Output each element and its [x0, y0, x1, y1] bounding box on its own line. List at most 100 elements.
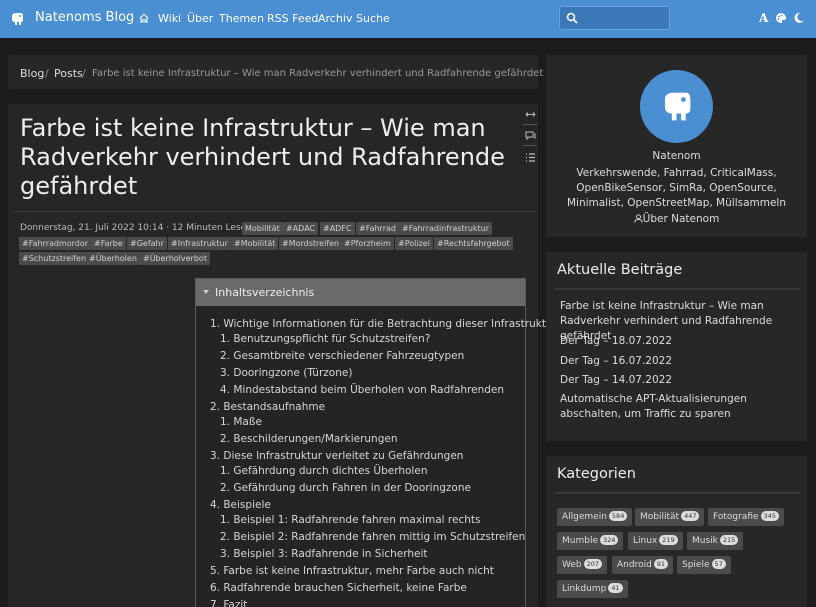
category-label[interactable]: Web	[562, 560, 582, 570]
tag[interactable]: #Farbe	[91, 237, 126, 250]
category-chip[interactable]: Linux 219	[628, 532, 683, 550]
toc-item[interactable]: 1. Gefährdung durch dichtes Überholen	[220, 465, 427, 477]
toc-item[interactable]: 4. Mindestabstand beim Überholen von Rad…	[220, 384, 504, 396]
toc-item[interactable]: 1. Benutzungspflicht für Schutzstreifen?	[220, 333, 430, 345]
category-count: 345	[760, 510, 779, 521]
comments-icon[interactable]	[525, 130, 536, 141]
brand-name[interactable]: Natenoms Blog	[35, 10, 134, 25]
caret-down-icon[interactable]	[203, 290, 209, 294]
post-meta: Donnerstag, 21. Juli 2022 10:14 · 12 Min…	[20, 223, 269, 233]
category-label[interactable]: Android	[617, 560, 652, 570]
breadcrumb-posts[interactable]: Posts	[54, 67, 83, 80]
tag[interactable]: #Mobilität	[231, 237, 279, 250]
breadcrumb-separator: /	[45, 67, 49, 80]
about-link[interactable]: Über Natenom	[546, 213, 807, 225]
palette-icon[interactable]	[775, 12, 787, 24]
recent-post-link[interactable]: Der Tag – 14.07.2022	[560, 373, 800, 388]
toc-item[interactable]: 1. Beispiel 1: Radfahrende fahren maxima…	[220, 514, 480, 526]
home-icon[interactable]	[139, 13, 149, 23]
nav-link-ueber[interactable]: Über	[187, 12, 213, 25]
toc-item[interactable]: 7. Fazit	[210, 599, 247, 607]
breadcrumb-separator: /	[82, 67, 86, 80]
search-icon	[566, 12, 578, 24]
category-chip[interactable]: Musik 215	[687, 532, 744, 550]
nav-link-rss-feed[interactable]: RSS Feed	[267, 12, 318, 25]
tag[interactable]: #Mordstreifen	[279, 237, 343, 250]
article-title: Farbe ist keine Infrastruktur – Wie man …	[20, 114, 505, 200]
breadcrumb-blog[interactable]: Blog	[20, 67, 44, 80]
recent-post-link[interactable]: Automatische APT-Aktualisierungen abscha…	[560, 392, 800, 422]
toc-item[interactable]: 4. Beispiele	[210, 499, 271, 511]
font-toggle-icon[interactable]: A	[759, 11, 768, 25]
category-chip[interactable]: Web 207	[557, 556, 608, 574]
tag[interactable]: #Gefahr	[127, 237, 167, 250]
profile-name: Natenom	[652, 150, 701, 162]
tag[interactable]: #Rechtsfahrgebot	[434, 237, 513, 250]
heading-divider	[555, 288, 800, 290]
category-count: 57	[711, 558, 726, 569]
tool-divider	[523, 124, 537, 125]
nav-link-wiki[interactable]: Wiki	[158, 12, 181, 25]
toc-item[interactable]: 2. Bestandsaufnahme	[210, 401, 325, 413]
category-count: 91	[653, 558, 669, 569]
tag[interactable]: #Fahrrad	[356, 222, 399, 235]
nav-link-themen[interactable]: Themen	[219, 12, 264, 25]
tag[interactable]: #Schutzstreifen	[19, 252, 90, 265]
category-chip[interactable]: Fotografie 345	[708, 508, 784, 526]
toc-item[interactable]: 2. Beschilderungen/Markierungen	[220, 433, 398, 445]
table-of-contents-icon[interactable]	[525, 152, 536, 163]
expand-width-icon[interactable]	[525, 109, 536, 120]
category-label[interactable]: Mumble	[562, 536, 598, 546]
category-chip[interactable]: Mumble 324	[557, 532, 624, 550]
tool-divider	[523, 145, 537, 146]
toc-item[interactable]: 2. Beispiel 2: Radfahrende fahren mittig…	[220, 531, 525, 543]
toc-item[interactable]: 1. Wichtige Informationen für die Betrac…	[210, 318, 557, 330]
avatar	[640, 70, 713, 143]
tag[interactable]: #Infrastruktur	[168, 237, 231, 250]
category-label[interactable]: Mobilität	[640, 512, 679, 522]
elephant-icon	[664, 92, 691, 121]
user-icon	[634, 214, 643, 223]
toc-item[interactable]: 1. Maße	[220, 416, 262, 428]
category-label[interactable]: Linux	[633, 536, 657, 546]
category-chip[interactable]: Android 91	[612, 556, 674, 574]
title-divider	[12, 211, 536, 212]
toc-item[interactable]: 6. Radfahrende brauchen Sicherheit, kein…	[210, 582, 467, 594]
toc-item[interactable]: 3. Dooringzone (Türzone)	[220, 367, 352, 379]
category-count: 324	[600, 534, 619, 545]
tag[interactable]: #ADFC	[320, 222, 355, 235]
tag[interactable]: #Überholen	[86, 252, 140, 265]
tag[interactable]: #ADAC	[283, 222, 319, 235]
toc-item[interactable]: 3. Beispiel 3: Radfahrende in Sicherheit	[220, 548, 428, 560]
categories-heading: Kategorien	[557, 466, 636, 482]
nav-link-suche[interactable]: Suche	[356, 12, 390, 25]
category-chip[interactable]: Allgemein 584	[557, 508, 633, 526]
category-count: 584	[608, 510, 628, 521]
toc-title[interactable]: Inhaltsverzeichnis	[215, 286, 314, 299]
category-label[interactable]: Linkdump	[562, 584, 606, 594]
toc-item[interactable]: 5. Farbe ist keine Infrastruktur, mehr F…	[210, 565, 494, 577]
recent-post-link[interactable]: Der Tag – 18.07.2022	[560, 334, 800, 349]
tag[interactable]: Mobilität	[242, 222, 283, 235]
category-label[interactable]: Spiele	[682, 560, 710, 570]
category-count: 447	[681, 510, 700, 521]
category-label[interactable]: Fotografie	[713, 512, 759, 522]
category-chip[interactable]: Linkdump 41	[557, 580, 628, 598]
recent-post-link[interactable]: Der Tag – 16.07.2022	[560, 354, 800, 369]
category-label[interactable]: Allgemein	[562, 512, 607, 522]
dark-mode-moon-icon[interactable]	[793, 12, 805, 24]
tag[interactable]: #Fahrradinfrastruktur	[399, 222, 493, 235]
tag[interactable]: #Fahrradmordor	[19, 237, 92, 250]
tag[interactable]: #Überholverbot	[140, 252, 210, 265]
tag[interactable]: #Pforzheim	[341, 237, 394, 250]
elephant-logo-icon[interactable]	[9, 11, 25, 27]
tag[interactable]: #Polizei	[395, 237, 433, 250]
toc-item[interactable]: 2. Gefährdung durch Fahren in der Doorin…	[220, 482, 471, 494]
category-chip[interactable]: Spiele 57	[677, 556, 731, 574]
category-label[interactable]: Musik	[692, 536, 718, 546]
category-chip[interactable]: Mobilität 447	[635, 508, 705, 526]
nav-link-archiv[interactable]: Archiv	[318, 12, 352, 25]
toc-item[interactable]: 3. Diese Infrastruktur verleitet zu Gefä…	[210, 450, 463, 462]
about-link-label[interactable]: Über Natenom	[643, 213, 720, 225]
toc-item[interactable]: 2. Gesamtbreite verschiedener Fahrzeugty…	[220, 350, 464, 362]
